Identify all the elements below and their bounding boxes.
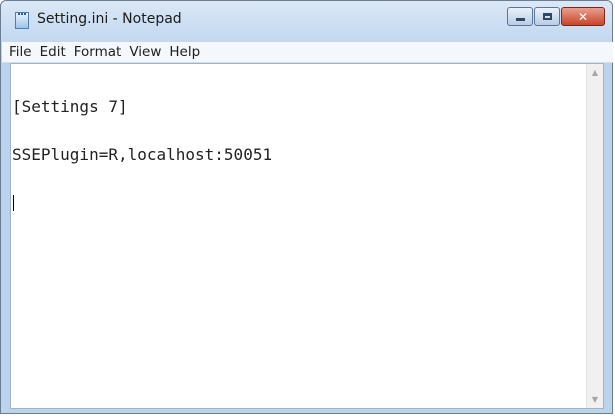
window-title: Setting.ini - Notepad bbox=[37, 11, 182, 27]
editor-line: [Settings 7] bbox=[12, 97, 128, 116]
menu-file[interactable]: File bbox=[6, 44, 37, 60]
minimize-icon bbox=[515, 18, 525, 21]
editor-content[interactable]: [Settings 7] SSEPlugin=R,localhost:50051 bbox=[12, 67, 583, 408]
caption-buttons: ✕ bbox=[507, 7, 605, 26]
scroll-down-icon[interactable]: ▼ bbox=[587, 391, 603, 408]
close-button[interactable]: ✕ bbox=[561, 7, 605, 26]
title-bar[interactable]: Setting.ini - Notepad ✕ bbox=[1, 1, 612, 39]
maximize-icon bbox=[542, 13, 552, 20]
text-caret bbox=[13, 195, 14, 211]
maximize-button[interactable] bbox=[534, 7, 560, 26]
scroll-up-icon[interactable]: ▲ bbox=[587, 64, 603, 81]
text-editor[interactable]: [Settings 7] SSEPlugin=R,localhost:50051… bbox=[10, 63, 604, 409]
minimize-button[interactable] bbox=[507, 7, 533, 26]
menu-help[interactable]: Help bbox=[166, 44, 205, 60]
vertical-scrollbar[interactable]: ▲ ▼ bbox=[586, 64, 603, 408]
notepad-icon bbox=[15, 12, 29, 29]
close-icon: ✕ bbox=[577, 9, 589, 24]
menu-view[interactable]: View bbox=[126, 44, 166, 60]
menu-edit[interactable]: Edit bbox=[37, 44, 71, 60]
notepad-window: Setting.ini - Notepad ✕ File Edit Format… bbox=[0, 0, 613, 414]
editor-line: SSEPlugin=R,localhost:50051 bbox=[12, 145, 273, 164]
menu-format[interactable]: Format bbox=[71, 44, 127, 60]
menu-bar: File Edit Format View Help bbox=[2, 42, 613, 63]
